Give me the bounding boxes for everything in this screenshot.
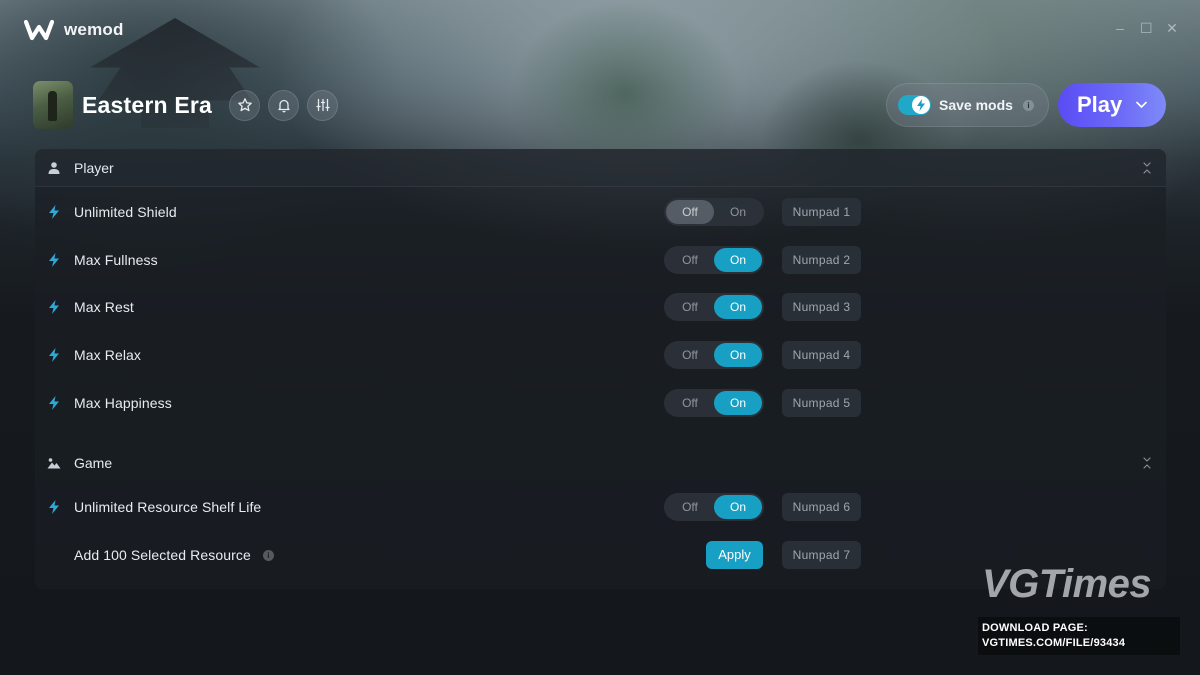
mod-label: Max Relax [74,347,142,363]
close-icon[interactable]: ✕ [1166,20,1178,36]
lightning-icon [49,500,59,514]
chevron-down-icon[interactable] [1136,101,1148,109]
mod-row: Max Fullness Off On Numpad 2 [35,236,1166,284]
mod-toggle[interactable]: Off On [664,198,764,226]
lightning-icon [49,348,59,362]
lightning-icon [912,96,930,114]
toggle-off-option[interactable]: Off [666,248,714,272]
watermark-caption: DOWNLOAD PAGE: VGTIMES.COM/FILE/93434 [978,617,1180,655]
mod-label: Add 100 Selected Resource [74,547,251,563]
section-header-game[interactable]: Game [35,444,1166,482]
hotkey-badge[interactable]: Numpad 1 [782,198,861,226]
mod-row: Max Rest Off On Numpad 3 [35,283,1166,331]
save-mods-label: Save mods [939,97,1013,113]
sliders-icon [315,98,330,112]
lightning-icon [49,300,59,314]
hotkey-badge[interactable]: Numpad 7 [782,541,861,569]
game-header: Eastern Era [33,81,346,129]
toggle-off-option[interactable]: Off [666,391,714,415]
toggle-off-option[interactable]: Off [666,495,714,519]
mod-label: Unlimited Shield [74,204,177,220]
save-mods-toggle[interactable]: Save mods i [886,83,1049,127]
title-bar: wemod – ☐ ✕ [0,0,1200,60]
hotkey-badge[interactable]: Numpad 5 [782,389,861,417]
hotkey-badge[interactable]: Numpad 3 [782,293,861,321]
bell-icon [277,99,290,113]
game-title: Eastern Era [82,91,213,118]
toggle-on-option[interactable]: On [714,200,762,224]
section-title: Player [74,159,114,176]
toggle-on-option[interactable]: On [714,391,762,415]
collapse-icon[interactable] [1142,456,1152,470]
play-button[interactable]: Play [1058,83,1166,127]
star-icon [237,98,252,112]
window-controls: – ☐ ✕ [1114,20,1178,36]
toggle-on-option[interactable]: On [714,343,762,367]
brand: wemod [24,18,124,42]
section-header-player[interactable]: Player [35,149,1166,187]
toggle-off-option[interactable]: Off [666,343,714,367]
lightning-icon [49,396,59,410]
mod-toggle[interactable]: Off On [664,246,764,274]
hotkey-badge[interactable]: Numpad 2 [782,246,861,274]
mod-label: Max Fullness [74,252,158,268]
toggle-on-option[interactable]: On [714,495,762,519]
apply-button[interactable]: Apply [706,541,763,569]
hotkey-badge[interactable]: Numpad 4 [782,341,861,369]
mod-toggle[interactable]: Off On [664,493,764,521]
watermark-logo: VGTimes [982,562,1152,606]
mod-row: Max Relax Off On Numpad 4 [35,331,1166,379]
hotkey-badge[interactable]: Numpad 6 [782,493,861,521]
app-name: wemod [64,20,124,39]
collapse-icon[interactable] [1142,161,1152,175]
person-icon [48,161,60,174]
watermark-line-2: VGTIMES.COM/FILE/93434 [982,637,1126,649]
mod-toggle[interactable]: Off On [664,389,764,417]
settings-button[interactable] [307,89,339,121]
mod-toggle[interactable]: Off On [664,293,764,321]
save-mods-switch[interactable] [898,95,931,115]
mods-panel: Player Unlimited Shield Off On Numpad 1 … [35,149,1166,589]
minimize-icon[interactable]: – [1114,20,1126,36]
section-title: Game [74,455,113,471]
toggle-off-option[interactable]: Off [666,295,714,319]
watermark-line-1: DOWNLOAD PAGE: [982,622,1088,634]
lightning-icon [49,253,59,267]
wemod-logo-icon [24,19,54,41]
toggle-off-option[interactable]: Off [666,200,714,224]
info-icon[interactable]: i [1022,99,1034,111]
toggle-on-option[interactable]: On [714,295,762,319]
info-icon[interactable]: i [262,549,274,561]
mod-row: Unlimited Resource Shelf Life Off On Num… [35,483,1166,531]
mod-row: Unlimited Shield Off On Numpad 1 [35,188,1166,236]
game-thumbnail [33,81,73,129]
play-label: Play [1077,92,1123,117]
mod-label: Max Rest [74,299,134,315]
toggle-on-option[interactable]: On [714,248,762,272]
mod-toggle[interactable]: Off On [664,341,764,369]
mod-label: Max Happiness [74,395,172,411]
mod-label: Unlimited Resource Shelf Life [74,499,262,515]
favorite-button[interactable] [229,89,261,121]
mod-row: Max Happiness Off On Numpad 5 [35,379,1166,427]
landscape-icon [47,458,61,469]
notifications-button[interactable] [268,89,300,121]
lightning-icon [49,205,59,219]
maximize-icon[interactable]: ☐ [1140,20,1153,36]
